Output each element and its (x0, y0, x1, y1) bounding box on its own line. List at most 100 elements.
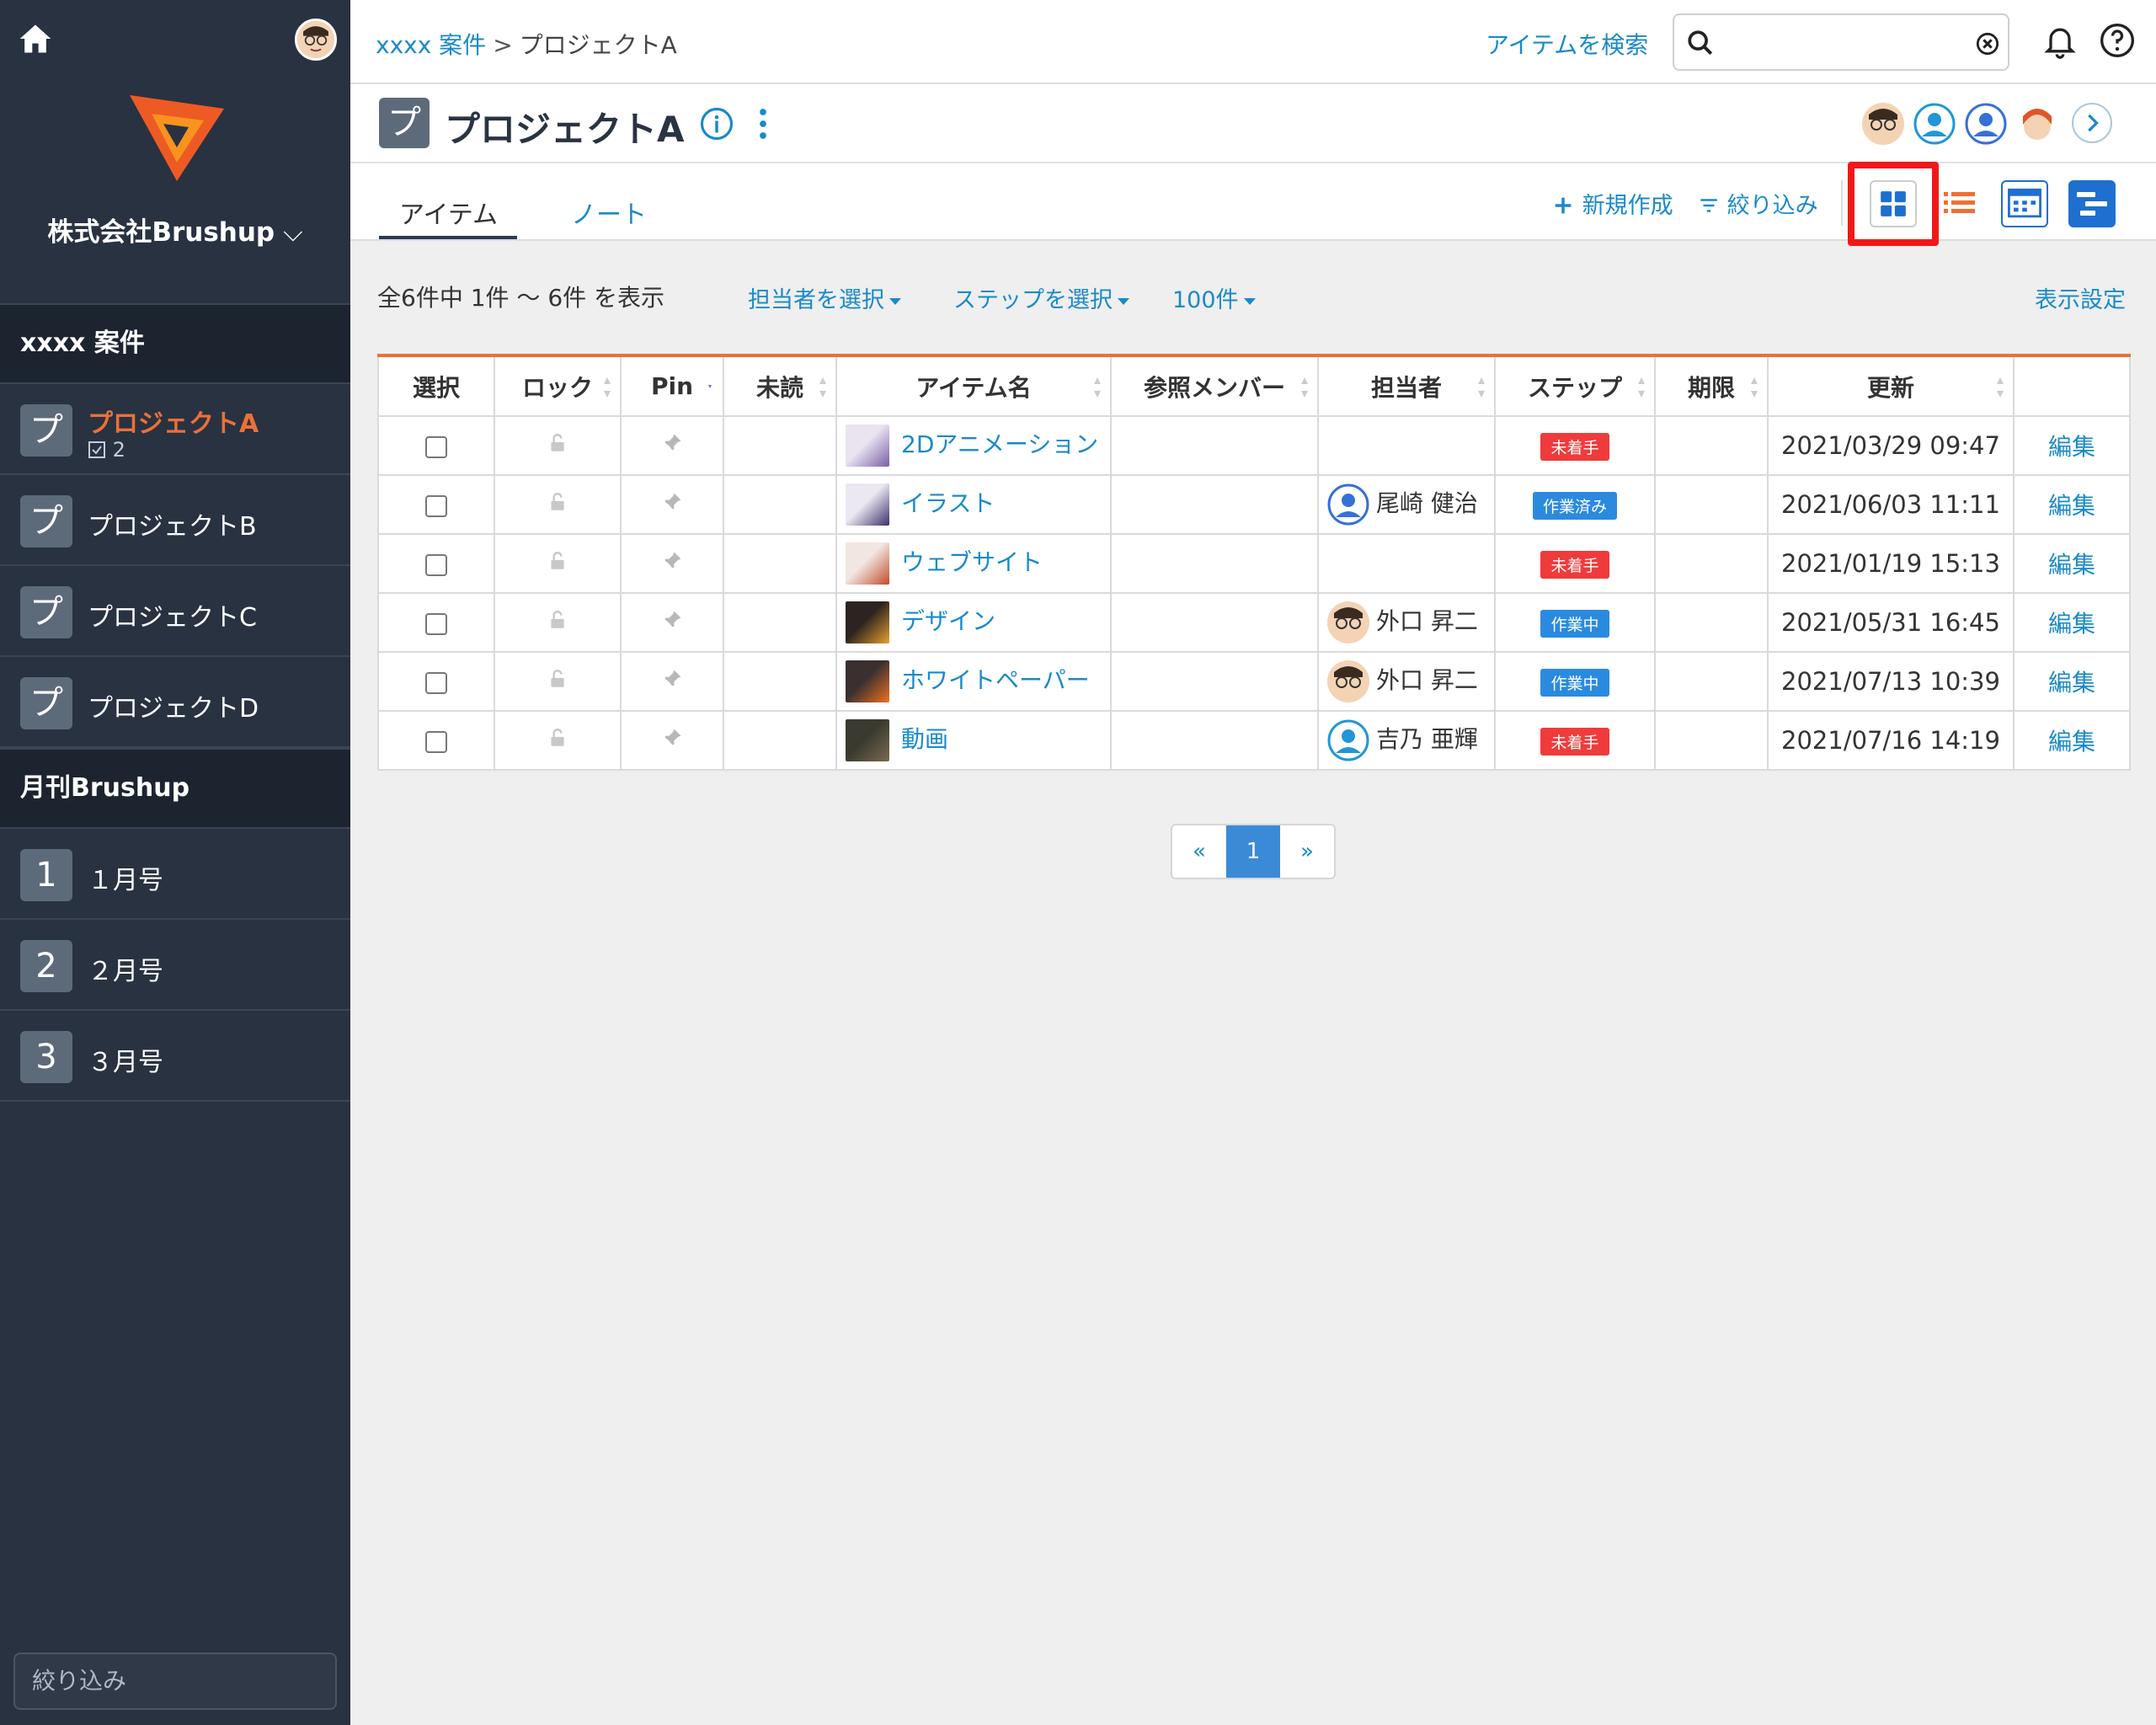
sort-icon (1638, 377, 1645, 398)
row-checkbox[interactable] (425, 435, 447, 458)
edit-link[interactable]: 編集 (2013, 533, 2131, 594)
filter-button[interactable]: 絞り込み (1698, 187, 1818, 220)
pin-icon[interactable] (660, 549, 684, 573)
item-name-link[interactable]: 動画 (901, 725, 948, 753)
item-name-cell[interactable]: 2Dアニメーション (835, 415, 1112, 476)
next-page-button[interactable]: » (1280, 825, 1334, 878)
item-thumbnail[interactable] (846, 719, 889, 761)
sidebar-item-issue-1[interactable]: 1 １月号 (0, 829, 350, 920)
row-checkbox[interactable] (425, 553, 447, 576)
edit-link[interactable]: 編集 (2013, 592, 2131, 653)
row-checkbox[interactable] (425, 730, 447, 753)
org-switcher[interactable]: 株式会社Brushup ⌵ (0, 211, 350, 248)
edit-link[interactable]: 編集 (2013, 415, 2131, 476)
gantt-view-button[interactable] (2068, 180, 2116, 227)
assignee-cell (1317, 415, 1496, 476)
pin-icon[interactable] (660, 431, 684, 455)
assignee-dropdown[interactable]: 担当者を選択 (748, 281, 901, 314)
list-view-button[interactable] (1935, 180, 1983, 227)
member-avatar[interactable] (2016, 103, 2058, 145)
item-name-cell[interactable]: ホワイトペーパー (835, 651, 1112, 712)
unlock-icon[interactable] (547, 432, 568, 454)
toolbar-divider (1841, 180, 1843, 226)
prev-page-button[interactable]: « (1172, 825, 1226, 878)
page-button-current[interactable]: 1 (1226, 825, 1280, 878)
item-name-cell[interactable]: デザイン (835, 592, 1112, 653)
column-header-due[interactable]: 期限 (1654, 355, 1769, 417)
sidebar-item-project-c[interactable]: プ プロジェクトC (0, 566, 350, 657)
display-settings-link[interactable]: 表示設定 (2035, 281, 2126, 314)
step-dropdown[interactable]: ステップを選択 (953, 281, 1129, 314)
sidebar-item-issue-2[interactable]: 2 ２月号 (0, 920, 350, 1011)
column-header-updated[interactable]: 更新 (1767, 355, 2015, 417)
sidebar-filter-input[interactable]: 絞り込み (13, 1653, 337, 1710)
item-thumbnail[interactable] (846, 425, 889, 467)
pin-icon[interactable] (660, 726, 684, 750)
column-header-pin[interactable]: Pin (620, 355, 724, 417)
row-checkbox[interactable] (425, 494, 447, 517)
search-icon (1688, 30, 1713, 56)
row-checkbox[interactable] (425, 671, 447, 694)
item-thumbnail[interactable] (846, 660, 889, 702)
item-thumbnail[interactable] (846, 601, 889, 644)
column-header-unread[interactable]: 未読 (723, 355, 837, 417)
info-icon[interactable] (699, 106, 734, 142)
help-icon[interactable] (2099, 22, 2136, 59)
active-tab-indicator (379, 236, 517, 239)
sidebar-item-project-d[interactable]: プ プロジェクトD (0, 657, 350, 748)
item-name-cell[interactable]: 動画 (835, 710, 1112, 771)
pin-icon[interactable] (660, 667, 684, 691)
sidebar-item-project-a[interactable]: プ プロジェクトA 2 (0, 384, 350, 475)
new-item-button[interactable]: 新規作成 (1551, 187, 1673, 220)
edit-link[interactable]: 編集 (2013, 651, 2131, 712)
tab-items[interactable]: アイテム (399, 194, 498, 231)
due-cell (1654, 592, 1769, 653)
column-header-members[interactable]: 参照メンバー (1110, 355, 1319, 417)
sidebar-item-project-b[interactable]: プ プロジェクトB (0, 475, 350, 566)
home-icon[interactable] (17, 20, 54, 57)
edit-link[interactable]: 編集 (2013, 710, 2131, 771)
bell-icon[interactable] (2041, 22, 2079, 59)
item-thumbnail[interactable] (846, 542, 889, 585)
column-header-step[interactable]: ステップ (1494, 355, 1656, 417)
item-name-link[interactable]: イラスト (901, 489, 995, 517)
kebab-menu-icon[interactable] (755, 106, 771, 142)
calendar-view-button[interactable] (2001, 180, 2048, 227)
list-view-icon (1944, 192, 1975, 213)
pin-icon[interactable] (660, 490, 684, 514)
member-avatar[interactable] (1862, 103, 1904, 145)
unlock-icon[interactable] (547, 668, 568, 690)
item-thumbnail[interactable] (846, 483, 889, 526)
column-header-lock[interactable]: ロック (494, 355, 622, 417)
unlock-icon[interactable] (547, 550, 568, 572)
member-avatar[interactable] (1913, 103, 1956, 145)
search-input[interactable] (1721, 24, 1966, 61)
project-header: プ プロジェクトA (350, 84, 2156, 163)
item-name-link[interactable]: ウェブサイト (901, 548, 1043, 576)
sidebar-item-issue-3[interactable]: 3 ３月号 (0, 1011, 350, 1102)
unlock-icon[interactable] (547, 727, 568, 749)
clear-icon[interactable] (1976, 32, 1999, 56)
step-cell: 作業済み (1494, 474, 1656, 535)
item-name-link[interactable]: デザイン (901, 607, 995, 635)
item-name-link[interactable]: ホワイトペーパー (901, 666, 1090, 694)
tab-notes[interactable]: ノート (571, 194, 647, 231)
item-name-cell[interactable]: ウェブサイト (835, 533, 1112, 594)
user-avatar[interactable] (295, 19, 337, 61)
checkbox-icon (88, 441, 105, 458)
pin-icon[interactable] (660, 608, 684, 632)
item-name-link[interactable]: 2Dアニメーション (901, 430, 1098, 458)
unlock-icon[interactable] (547, 491, 568, 513)
member-avatar[interactable] (1965, 103, 2007, 145)
more-members-button[interactable] (2072, 103, 2112, 143)
item-name-cell[interactable]: イラスト (835, 474, 1112, 535)
column-header-assignee[interactable]: 担当者 (1317, 355, 1496, 417)
row-checkbox[interactable] (425, 612, 447, 635)
column-header-item-name[interactable]: アイテム名 (835, 355, 1112, 417)
assignee-cell (1317, 533, 1496, 594)
edit-link[interactable]: 編集 (2013, 474, 2131, 535)
breadcrumb-link[interactable]: xxxx 案件 (376, 31, 486, 59)
per-page-dropdown[interactable]: 100件 (1172, 281, 1256, 314)
unlock-icon[interactable] (547, 609, 568, 631)
table-row: デザイン 外口 昇二 作業中 2021/05/31 16:45 編集 (377, 592, 2131, 653)
